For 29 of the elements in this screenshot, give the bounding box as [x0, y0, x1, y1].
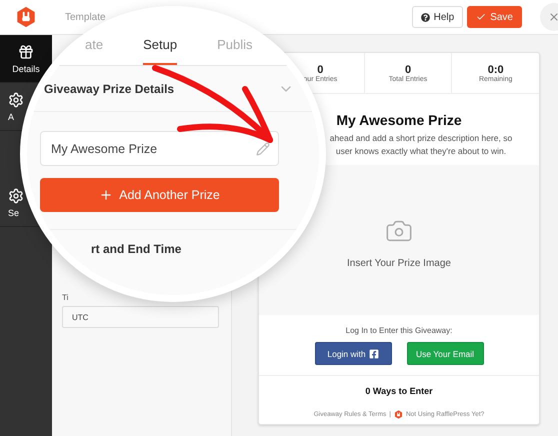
sidebar-label[interactable]: A [8, 112, 14, 122]
check-icon [476, 12, 486, 22]
section-title: Giveaway Prize Details [44, 82, 174, 96]
facebook-icon [368, 348, 379, 358]
prize-title: My Awesome Prize [335, 112, 463, 128]
prize-name-field[interactable]: My Awesome Prize [40, 131, 279, 166]
sidebar-label[interactable]: Details [12, 64, 40, 74]
sidebar-label[interactable]: Se [8, 208, 20, 218]
add-prize-button[interactable]: Add Another Prize [40, 178, 279, 212]
gear-icon [8, 188, 24, 204]
login-prompt: Log In to Enter this Giveaway: [346, 326, 452, 335]
pencil-icon[interactable] [256, 142, 270, 156]
field-label: Ti [62, 293, 70, 302]
ways-to-enter: 0 Ways to Enter [364, 385, 434, 398]
facebook-login-button[interactable]: Login with [314, 342, 392, 365]
save-button[interactable]: Save [467, 6, 522, 28]
help-button[interactable]: Help [412, 6, 464, 28]
gift-icon [18, 44, 34, 60]
close-icon [548, 11, 558, 23]
rabbit-logo-icon [394, 410, 403, 419]
help-icon [420, 12, 430, 22]
stat-value: 0:0 [488, 64, 504, 76]
prize-description: ahead and add a short prize description here, so user knows exactly what they're about to win. [328, 132, 514, 158]
timezone-field[interactable]: UTC [62, 306, 219, 328]
rabbit-logo-icon [15, 6, 37, 28]
gear-icon [8, 92, 24, 108]
stat-value: 0 [317, 64, 324, 76]
plus-icon [99, 188, 114, 202]
stat-value: 0 [404, 64, 412, 76]
